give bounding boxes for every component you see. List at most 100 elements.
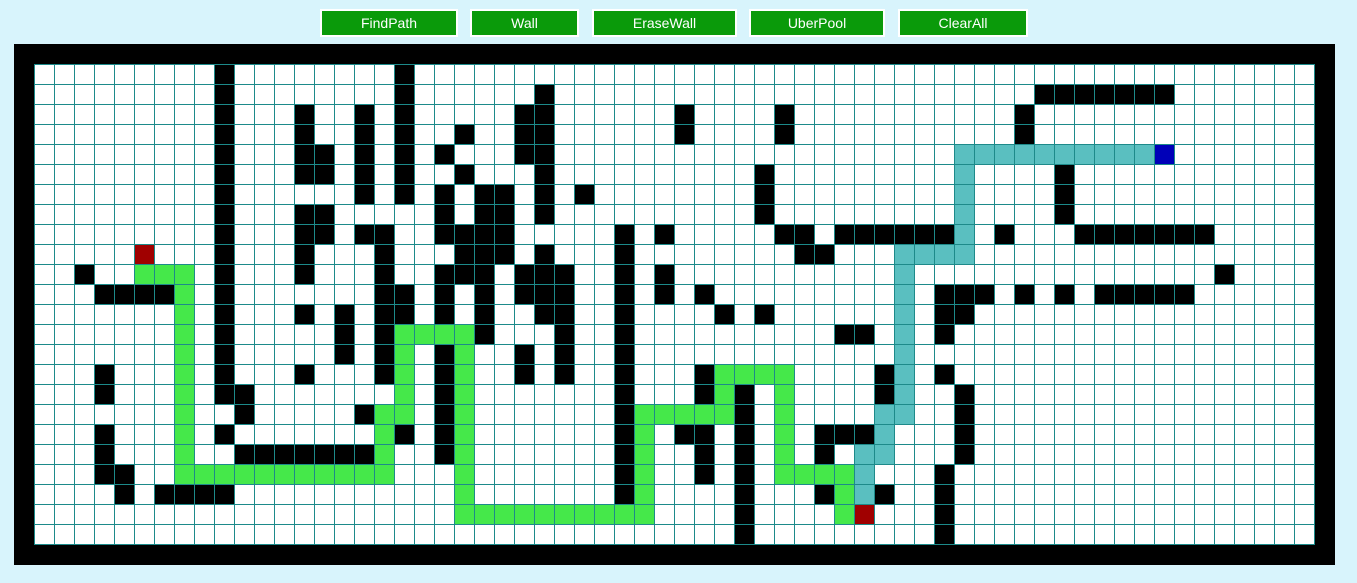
path-cell[interactable] <box>754 364 775 385</box>
grid-cell[interactable] <box>774 144 795 165</box>
grid-cell[interactable] <box>1274 184 1295 205</box>
grid-cell[interactable] <box>194 264 215 285</box>
grid-cell[interactable] <box>714 84 735 105</box>
grid-cell[interactable] <box>254 144 275 165</box>
grid-cell[interactable] <box>254 484 275 505</box>
grid-cell[interactable] <box>74 184 95 205</box>
grid-cell[interactable] <box>794 144 815 165</box>
grid-cell[interactable] <box>914 284 935 305</box>
wall-cell[interactable] <box>214 64 235 85</box>
erasewall-button[interactable]: EraseWall <box>592 9 737 37</box>
wall-cell[interactable] <box>934 324 955 345</box>
grid-cell[interactable] <box>474 144 495 165</box>
wall-cell[interactable] <box>94 464 115 485</box>
grid-cell[interactable] <box>994 164 1015 185</box>
grid-cell[interactable] <box>1274 484 1295 505</box>
path-cell[interactable] <box>954 204 975 225</box>
grid-cell[interactable] <box>974 424 995 445</box>
grid-cell[interactable] <box>1294 204 1315 225</box>
grid-cell[interactable] <box>634 324 655 345</box>
grid-cell[interactable] <box>614 84 635 105</box>
grid-cell[interactable] <box>354 304 375 325</box>
grid-cell[interactable] <box>1194 204 1215 225</box>
grid-cell[interactable] <box>1254 384 1275 405</box>
grid-cell[interactable] <box>1194 264 1215 285</box>
grid-cell[interactable] <box>914 424 935 445</box>
grid-cell[interactable] <box>314 324 335 345</box>
grid-cell[interactable] <box>1194 104 1215 125</box>
grid-cell[interactable] <box>414 344 435 365</box>
wall-cell[interactable] <box>494 244 515 265</box>
path-cell[interactable] <box>894 344 915 365</box>
grid-cell[interactable] <box>1194 444 1215 465</box>
grid-cell[interactable] <box>874 84 895 105</box>
grid-cell[interactable] <box>294 184 315 205</box>
grid-cell[interactable] <box>734 244 755 265</box>
grid-cell[interactable] <box>394 444 415 465</box>
grid-cell[interactable] <box>594 124 615 145</box>
grid-cell[interactable] <box>534 224 555 245</box>
grid-cell[interactable] <box>74 504 95 525</box>
grid-cell[interactable] <box>274 164 295 185</box>
grid-cell[interactable] <box>954 464 975 485</box>
path-cell[interactable] <box>254 464 275 485</box>
wall-cell[interactable] <box>934 504 955 525</box>
grid-cell[interactable] <box>94 104 115 125</box>
wall-cell[interactable] <box>1174 284 1195 305</box>
wall-cell[interactable] <box>314 444 335 465</box>
wall-cell[interactable] <box>1014 104 1035 125</box>
grid-cell[interactable] <box>434 244 455 265</box>
wall-cell[interactable] <box>1054 284 1075 305</box>
grid-cell[interactable] <box>1234 384 1255 405</box>
grid-cell[interactable] <box>754 144 775 165</box>
wall-cell[interactable] <box>354 184 375 205</box>
grid-cell[interactable] <box>274 204 295 225</box>
grid-cell[interactable] <box>994 304 1015 325</box>
path-cell[interactable] <box>894 264 915 285</box>
grid-cell[interactable] <box>34 284 55 305</box>
wall-cell[interactable] <box>934 224 955 245</box>
wall-cell[interactable] <box>614 364 635 385</box>
grid-cell[interactable] <box>754 444 775 465</box>
grid-cell[interactable] <box>854 404 875 425</box>
grid-cell[interactable] <box>1034 284 1055 305</box>
wall-cell[interactable] <box>514 124 535 145</box>
grid-cell[interactable] <box>754 504 775 525</box>
grid-cell[interactable] <box>194 364 215 385</box>
wall-cell[interactable] <box>214 104 235 125</box>
grid-cell[interactable] <box>454 84 475 105</box>
grid-cell[interactable] <box>194 104 215 125</box>
grid-cell[interactable] <box>1134 184 1155 205</box>
grid-cell[interactable] <box>1014 244 1035 265</box>
path-cell[interactable] <box>494 504 515 525</box>
grid-cell[interactable] <box>594 264 615 285</box>
grid-cell[interactable] <box>1194 364 1215 385</box>
grid-cell[interactable] <box>814 64 835 85</box>
grid-cell[interactable] <box>1114 304 1135 325</box>
grid-cell[interactable] <box>514 324 535 345</box>
grid-cell[interactable] <box>674 364 695 385</box>
grid-cell[interactable] <box>134 64 155 85</box>
grid-cell[interactable] <box>634 224 655 245</box>
grid-cell[interactable] <box>974 484 995 505</box>
grid-cell[interactable] <box>574 424 595 445</box>
wall-cell[interactable] <box>1034 84 1055 105</box>
wall-cell[interactable] <box>354 144 375 165</box>
grid-cell[interactable] <box>94 404 115 425</box>
grid-cell[interactable] <box>1054 464 1075 485</box>
findpath-button[interactable]: FindPath <box>320 9 458 37</box>
path-cell[interactable] <box>854 444 875 465</box>
grid-cell[interactable] <box>914 404 935 425</box>
grid-cell[interactable] <box>614 124 635 145</box>
wall-cell[interactable] <box>934 524 955 545</box>
path-cell[interactable] <box>294 464 315 485</box>
grid-cell[interactable] <box>314 304 335 325</box>
grid-cell[interactable] <box>314 384 335 405</box>
wall-cell[interactable] <box>214 244 235 265</box>
grid-cell[interactable] <box>254 284 275 305</box>
grid-cell[interactable] <box>1294 244 1315 265</box>
grid-cell[interactable] <box>74 384 95 405</box>
grid-cell[interactable] <box>1234 444 1255 465</box>
grid-cell[interactable] <box>74 64 95 85</box>
wall-cell[interactable] <box>874 384 895 405</box>
